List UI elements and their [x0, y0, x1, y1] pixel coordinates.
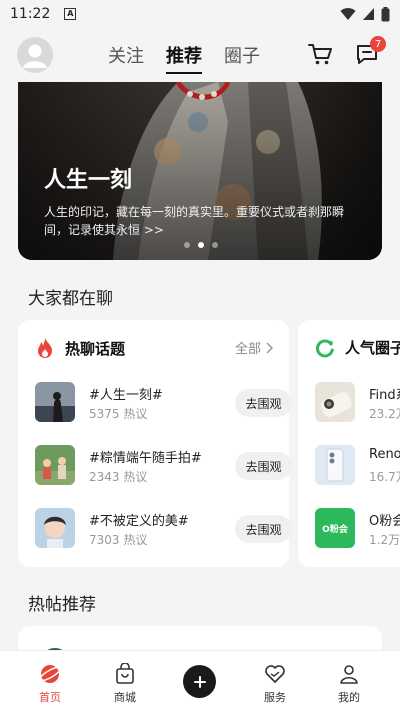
feature-banner[interactable]: 人生一刻 人生的印记，藏在每一刻的真实里。重要仪式或者刹那瞬间，记录使其永恒 >…: [18, 82, 382, 260]
topic-item[interactable]: #粽情端午随手拍# 2343 热议 去围观: [35, 445, 292, 487]
default-avatar-icon: [23, 44, 47, 68]
tab-recommend[interactable]: 推荐: [166, 42, 202, 74]
nav-service-label: 服务: [264, 691, 286, 704]
topic-item[interactable]: #人生一刻# 5375 热议 去围观: [35, 382, 292, 424]
popular-circles-header: 人气圈子: [315, 337, 400, 358]
all-topics-link[interactable]: 全部: [235, 338, 273, 357]
nav-service[interactable]: 服务: [245, 663, 305, 705]
bottom-navigation: 首页 商城 服务 我的: [0, 650, 400, 712]
feed-tabs: 关注 推荐 圈子: [108, 42, 260, 74]
refresh-circle-icon: [315, 338, 334, 357]
banner-description: 人生的印记，藏在每一刻的真实里。重要仪式或者刹那瞬间，记录使其永恒 >>: [44, 205, 345, 237]
topic-count: 5375 热议: [89, 407, 148, 421]
pagination-dot-active[interactable]: [198, 242, 204, 248]
topic-count: 7303 热议: [89, 533, 148, 547]
signal-icon: [363, 8, 374, 20]
topic-name: #人生一刻#: [89, 388, 163, 403]
nav-mall[interactable]: 商城: [95, 663, 155, 705]
circle-count: 23.2万: [369, 407, 400, 421]
popular-circles-title: 人气圈子: [345, 339, 400, 357]
shopping-bag-icon: [116, 663, 134, 684]
circle-name: O粉会: [369, 514, 400, 529]
circle-count: 1.2万: [369, 533, 400, 547]
topic-name: #粽情端午随手拍#: [89, 451, 202, 466]
banner-title: 人生一刻: [44, 168, 133, 193]
notification-a-icon: A: [64, 8, 77, 20]
topic-item[interactable]: #不被定义的美# 7303 热议 去围观: [35, 508, 292, 550]
topic-count: 2343 热议: [89, 470, 148, 484]
view-topic-button[interactable]: 去围观: [235, 515, 292, 543]
flame-icon: [38, 338, 52, 358]
hot-topics-card: 热聊话题 全部 #人生一刻# 5375 热议 去围观 #粽情端午随手拍# 234…: [18, 320, 292, 567]
circle-count: 16.7万: [369, 470, 400, 484]
top-header: 关注 推荐 圈子 7: [0, 28, 400, 82]
wifi-icon: [340, 8, 356, 20]
view-topic-button[interactable]: 去围观: [235, 452, 292, 480]
nav-home[interactable]: 首页: [20, 663, 80, 705]
plus-icon: [193, 675, 206, 688]
topic-thumbnail: [35, 445, 75, 485]
topic-name: #不被定义的美#: [89, 514, 189, 529]
circle-thumbnail: [315, 445, 355, 485]
hot-topics-header: 热聊话题: [35, 337, 125, 359]
cart-icon[interactable]: [307, 42, 333, 66]
nav-home-label: 首页: [39, 691, 61, 704]
o-fan-logo: O粉会: [322, 524, 348, 535]
banner-pagination: [184, 242, 218, 248]
nav-profile[interactable]: 我的: [319, 663, 379, 705]
create-post-button[interactable]: [183, 665, 216, 698]
circle-thumbnail: [315, 382, 355, 422]
battery-icon: [381, 6, 390, 21]
view-topic-button[interactable]: 去围观: [235, 389, 292, 417]
message-badge: 7: [370, 36, 386, 52]
nav-mall-label: 商城: [114, 691, 136, 704]
user-avatar[interactable]: [17, 37, 53, 73]
tab-following[interactable]: 关注: [108, 42, 144, 74]
section-title-chat: 大家都在聊: [28, 289, 113, 309]
circle-item[interactable]: Find系 23.2万: [315, 382, 400, 424]
status-time: 11:22: [10, 6, 51, 22]
heart-service-icon: [265, 665, 285, 683]
topic-thumbnail: [35, 382, 75, 422]
circle-name: Reno: [369, 447, 400, 462]
circle-item[interactable]: O粉会 O粉会 1.2万: [315, 508, 400, 550]
status-icons: [340, 6, 390, 22]
hot-topics-title: 热聊话题: [65, 339, 126, 358]
person-icon: [340, 665, 358, 684]
circle-thumbnail: O粉会: [315, 508, 355, 548]
pagination-dot[interactable]: [184, 242, 190, 248]
circle-item[interactable]: Reno 16.7万: [315, 445, 400, 487]
circle-name: Find系: [369, 388, 400, 403]
all-topics-label: 全部: [234, 342, 261, 357]
popular-circles-card: 人气圈子 Find系 23.2万 Reno 16.7万 O粉会: [298, 320, 400, 567]
pagination-dot[interactable]: [212, 242, 218, 248]
tab-circles[interactable]: 圈子: [224, 42, 260, 74]
section-title-posts: 热帖推荐: [28, 595, 96, 615]
home-planet-icon: [39, 665, 61, 683]
status-bar: 11:22 A: [0, 0, 400, 28]
nav-profile-label: 我的: [338, 691, 360, 704]
topic-thumbnail: [35, 508, 75, 548]
chevron-right-icon: [266, 341, 273, 354]
